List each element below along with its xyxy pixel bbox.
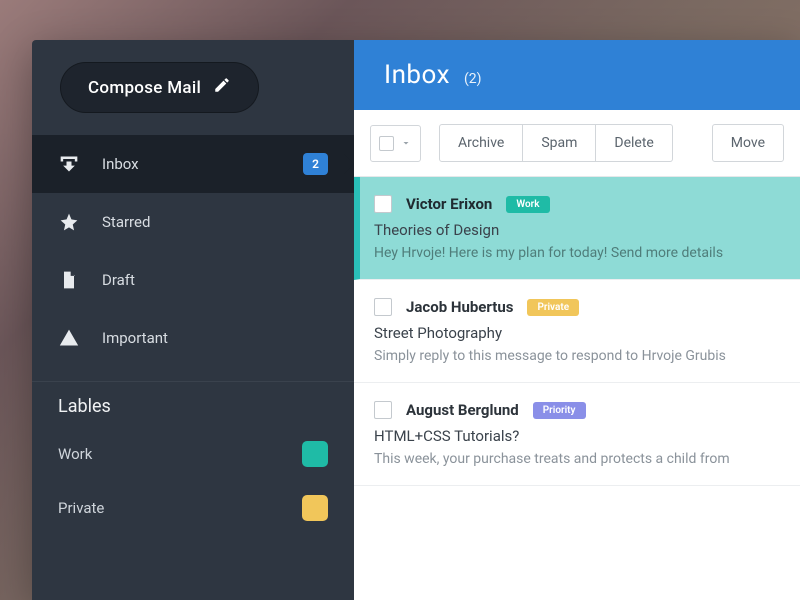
move-button[interactable]: Move [712, 124, 784, 162]
label-name: Private [58, 499, 104, 517]
delete-button[interactable]: Delete [596, 124, 672, 162]
message-preview: This week, your purchase treats and prot… [374, 451, 780, 467]
message-list: Victor Erixon Work Theories of Design He… [354, 177, 800, 600]
message-tag: Private [527, 299, 579, 316]
message-tag: Work [506, 196, 549, 213]
message-checkbox[interactable] [374, 298, 392, 316]
message-sender: Victor Erixon [406, 195, 492, 213]
sidebar: Compose Mail Inbox 2 Starred [32, 40, 354, 600]
message-item[interactable]: Jacob Hubertus Private Street Photograph… [354, 280, 800, 383]
sidebar-item-important[interactable]: Important [32, 309, 354, 367]
label-work[interactable]: Work [32, 427, 354, 481]
inbox-icon [58, 153, 80, 175]
message-item[interactable]: August Berglund Priority HTML+CSS Tutori… [354, 383, 800, 486]
message-header: Jacob Hubertus Private [374, 298, 780, 316]
compose-wrap: Compose Mail [32, 40, 354, 135]
sidebar-item-inbox[interactable]: Inbox 2 [32, 135, 354, 193]
file-icon [58, 269, 80, 291]
nav-label: Starred [102, 213, 150, 231]
label-private[interactable]: Private [32, 481, 354, 535]
page-title: Inbox [384, 60, 450, 90]
message-subject: Street Photography [374, 324, 780, 342]
message-item[interactable]: Victor Erixon Work Theories of Design He… [354, 177, 800, 280]
main-panel: Inbox (2) Archive Spam Delete Move Vict [354, 40, 800, 600]
message-checkbox[interactable] [374, 195, 392, 213]
sidebar-item-draft[interactable]: Draft [32, 251, 354, 309]
warning-icon [58, 327, 80, 349]
message-subject: HTML+CSS Tutorials? [374, 427, 780, 445]
labels-title: Lables [32, 381, 354, 427]
message-preview: Hey Hrvoje! Here is my plan for today! S… [374, 245, 780, 261]
nav-label: Important [102, 329, 168, 347]
nav-label: Draft [102, 271, 135, 289]
archive-button[interactable]: Archive [439, 124, 523, 162]
message-sender: Jacob Hubertus [406, 298, 513, 316]
toolbar: Archive Spam Delete Move [354, 110, 800, 177]
select-all-checkbox[interactable] [370, 125, 421, 162]
label-swatch [302, 441, 328, 467]
compose-label: Compose Mail [88, 78, 201, 98]
label-name: Work [58, 445, 92, 463]
nav-label: Inbox [102, 155, 139, 173]
email-app: Compose Mail Inbox 2 Starred [32, 40, 800, 600]
message-preview: Simply reply to this message to respond … [374, 348, 780, 364]
star-icon [58, 211, 80, 233]
chevron-down-icon [400, 134, 412, 153]
nav-list: Inbox 2 Starred Draft Important [32, 135, 354, 367]
message-sender: August Berglund [406, 401, 519, 419]
message-subject: Theories of Design [374, 221, 780, 239]
inbox-count: (2) [464, 71, 482, 87]
compose-button[interactable]: Compose Mail [60, 62, 259, 113]
message-header: August Berglund Priority [374, 401, 780, 419]
spam-button[interactable]: Spam [523, 124, 596, 162]
inbox-header: Inbox (2) [354, 40, 800, 110]
labels-section: Lables Work Private [32, 367, 354, 543]
label-swatch [302, 495, 328, 521]
action-group: Archive Spam Delete [439, 124, 673, 162]
pencil-icon [213, 76, 231, 99]
message-tag: Priority [533, 402, 586, 419]
message-header: Victor Erixon Work [374, 195, 780, 213]
inbox-badge: 2 [303, 153, 328, 175]
sidebar-item-starred[interactable]: Starred [32, 193, 354, 251]
checkbox-box [379, 136, 394, 151]
message-checkbox[interactable] [374, 401, 392, 419]
